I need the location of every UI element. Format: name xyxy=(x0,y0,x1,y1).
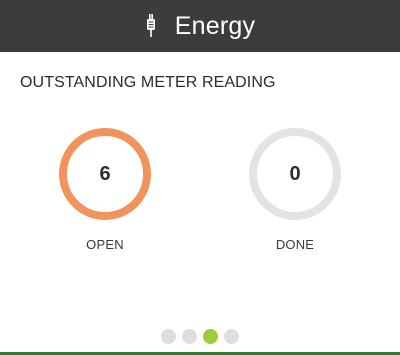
open-readings-stat[interactable]: 6 OPEN xyxy=(45,128,165,252)
header-title: Energy xyxy=(174,11,256,40)
page-dot-2[interactable] xyxy=(182,329,197,344)
done-readings-count: 0 xyxy=(289,162,301,185)
page-dot-3[interactable] xyxy=(203,329,218,344)
open-readings-count: 6 xyxy=(99,162,111,185)
done-readings-stat[interactable]: 0 DONE xyxy=(235,128,355,252)
page-indicator xyxy=(0,329,400,344)
page-dot-4[interactable] xyxy=(224,329,239,344)
open-readings-ring: 6 xyxy=(59,128,151,220)
energy-card: Energy OUTSTANDING METER READING 6 OPEN … xyxy=(0,0,400,355)
card-header: Energy xyxy=(0,0,400,52)
done-readings-label: DONE xyxy=(275,237,315,252)
open-readings-label: OPEN xyxy=(86,237,124,252)
section-title: OUTSTANDING METER READING xyxy=(20,74,276,91)
energy-plug-icon xyxy=(145,14,157,40)
page-dot-1[interactable] xyxy=(161,329,176,344)
done-readings-ring: 0 xyxy=(249,128,341,220)
